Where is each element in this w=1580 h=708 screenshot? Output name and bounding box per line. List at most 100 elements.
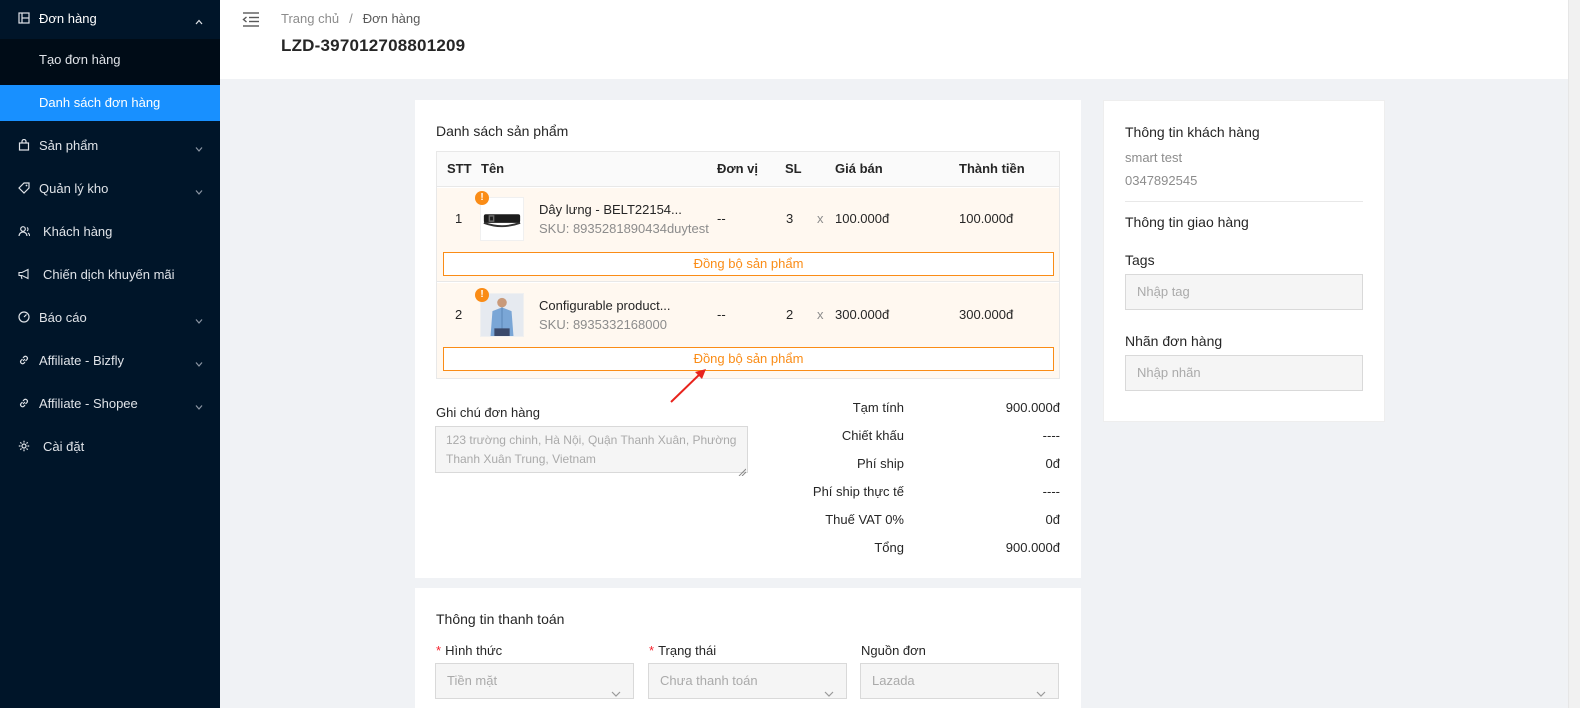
order-note-field[interactable]: 123 trường chinh, Hà Nội, Quận Thanh Xuâ… xyxy=(435,426,748,477)
row-qty: 3 xyxy=(786,211,794,226)
chevron-down-icon xyxy=(195,141,203,152)
sidebar-item-campaigns[interactable]: Chiến dịch khuyến mãi xyxy=(0,257,220,291)
required-mark: * xyxy=(649,643,655,658)
product-name[interactable]: Dây lưng - BELT22154... xyxy=(539,202,682,217)
divider xyxy=(1125,201,1363,202)
sidebar-item-customers[interactable]: Khách hàng xyxy=(0,214,220,248)
sidebar-item-settings[interactable]: Cài đặt xyxy=(0,429,220,463)
table-row: 1 ! Dây lưng - BELT22154... SKU: 8935281… xyxy=(437,188,1059,282)
orders-icon xyxy=(18,12,30,24)
table-row: 2 ! Configurable product... SKU: 8935332… xyxy=(437,283,1059,378)
multiply-sign: x xyxy=(817,211,824,226)
sync-product-button[interactable]: Đồng bộ sản phẩm xyxy=(443,252,1054,276)
product-sku: SKU: 8935332168000 xyxy=(539,317,667,332)
sidebar-item-label: Affiliate - Shopee xyxy=(39,395,138,411)
label-text: Trạng thái xyxy=(658,643,717,658)
select-value: Tiền mặt xyxy=(447,673,498,688)
link-icon xyxy=(18,397,30,409)
page-title: LZD-397012708801209 xyxy=(281,36,466,55)
summary-value: 900.000đ xyxy=(1005,540,1060,555)
summary-value: 0đ xyxy=(1045,456,1060,471)
megaphone-icon xyxy=(18,268,30,280)
row-qty: 2 xyxy=(786,307,794,322)
col-unit: Đơn vị xyxy=(717,161,759,176)
col-qty: SL xyxy=(785,161,802,176)
orders-submenu: Tạo đơn hàng Danh sách đơn hàng xyxy=(0,39,220,121)
row-unit: -- xyxy=(717,211,726,226)
summary-value: ---- xyxy=(1042,428,1060,443)
sidebar-item-label: Tạo đơn hàng xyxy=(39,52,121,67)
product-sku: SKU: 8935281890434duytest xyxy=(539,221,709,236)
annotation-arrow-icon xyxy=(668,367,708,405)
dashboard-icon xyxy=(18,311,30,323)
summary-label: Phí ship xyxy=(857,456,904,471)
summary-label: Chiết khấu xyxy=(841,428,904,443)
select-value: Lazada xyxy=(872,673,915,688)
tags-input[interactable]: Nhập tag xyxy=(1125,274,1363,310)
bag-icon xyxy=(18,139,30,151)
col-stt: STT xyxy=(447,161,472,176)
tags-label: Tags xyxy=(1125,252,1155,268)
chevron-down-icon xyxy=(1036,677,1046,697)
label-text: Hình thức xyxy=(445,643,503,658)
breadcrumb-home[interactable]: Trang chủ xyxy=(281,11,339,26)
sidebar-item-create-order[interactable]: Tạo đơn hàng xyxy=(0,42,220,78)
sidebar-item-products[interactable]: Sản phẩm xyxy=(0,128,220,162)
summary-label: Phí ship thực tế xyxy=(812,484,904,499)
summary-label: Tổng xyxy=(874,540,904,555)
payment-method-label: * Hình thức xyxy=(436,643,502,658)
sidebar-item-warehouse[interactable]: Quản lý kho xyxy=(0,171,220,205)
multiply-sign: x xyxy=(817,307,824,322)
chevron-down-icon xyxy=(195,184,203,195)
order-label-label: Nhãn đơn hàng xyxy=(1125,333,1223,349)
select-value: Chưa thanh toán xyxy=(660,673,758,688)
customer-phone: 0347892545 xyxy=(1125,173,1198,188)
customer-title: Thông tin khách hàng xyxy=(1125,124,1260,140)
breadcrumb-current: Đơn hàng xyxy=(362,11,421,26)
sidebar-item-affiliate-bizfly[interactable]: Affiliate - Bizfly xyxy=(0,343,220,377)
order-note-text: 123 trường chinh, Hà Nội, Quận Thanh Xuâ… xyxy=(446,433,737,466)
sidebar-item-label: Danh sách đơn hàng xyxy=(39,95,161,110)
tag-icon xyxy=(18,182,30,194)
chevron-down-icon xyxy=(195,356,203,367)
breadcrumb-separator: / xyxy=(349,11,353,26)
sidebar-item-affiliate-shopee[interactable]: Affiliate - Shopee xyxy=(0,386,220,420)
col-price: Giá bán xyxy=(835,161,883,176)
product-name[interactable]: Configurable product... xyxy=(539,298,671,313)
summary-value: ---- xyxy=(1042,484,1060,499)
sidebar-item-orders[interactable]: Đơn hàng xyxy=(0,0,220,36)
row-price: 100.000đ xyxy=(835,211,890,226)
sidebar-item-label: Sản phẩm xyxy=(39,137,99,153)
order-label-input[interactable]: Nhập nhãn xyxy=(1125,355,1363,391)
menu-fold-icon[interactable] xyxy=(242,10,260,28)
sidebar-item-label: Đơn hàng xyxy=(39,10,97,26)
shipping-title: Thông tin giao hàng xyxy=(1125,214,1249,230)
payment-method-select[interactable]: Tiền mặt xyxy=(435,663,634,699)
gear-icon xyxy=(18,440,30,452)
row-total: 100.000đ xyxy=(959,211,1014,226)
chevron-down-icon xyxy=(195,313,203,324)
order-source-label: Nguồn đơn xyxy=(861,643,926,658)
row-stt: 1 xyxy=(455,211,463,226)
payment-status-select[interactable]: Chưa thanh toán xyxy=(648,663,847,699)
summary-label: Tạm tính xyxy=(852,400,904,415)
sidebar-item-label: Cài đặt xyxy=(43,438,85,454)
order-source-select[interactable]: Lazada xyxy=(860,663,1059,699)
required-mark: * xyxy=(436,643,442,658)
col-name: Tên xyxy=(481,161,505,176)
sidebar-item-label: Quản lý kho xyxy=(39,180,109,196)
sidebar-item-reports[interactable]: Báo cáo xyxy=(0,300,220,334)
summary-value: 900.000đ xyxy=(1005,400,1060,415)
sync-product-button[interactable]: Đồng bộ sản phẩm xyxy=(443,347,1054,371)
sidebar-item-label: Báo cáo xyxy=(39,309,87,325)
summary-value: 0đ xyxy=(1045,512,1060,527)
chevron-up-icon xyxy=(195,14,203,25)
product-thumbnail-belt[interactable] xyxy=(480,197,524,241)
sidebar-item-label: Khách hàng xyxy=(43,223,113,239)
chevron-down-icon xyxy=(611,677,621,697)
chevron-down-icon xyxy=(824,677,834,697)
scrollbar[interactable] xyxy=(1568,0,1580,708)
sidebar-item-order-list[interactable]: Danh sách đơn hàng xyxy=(0,85,220,121)
order-note-label: Ghi chú đơn hàng xyxy=(436,405,540,420)
row-unit: -- xyxy=(717,307,726,322)
